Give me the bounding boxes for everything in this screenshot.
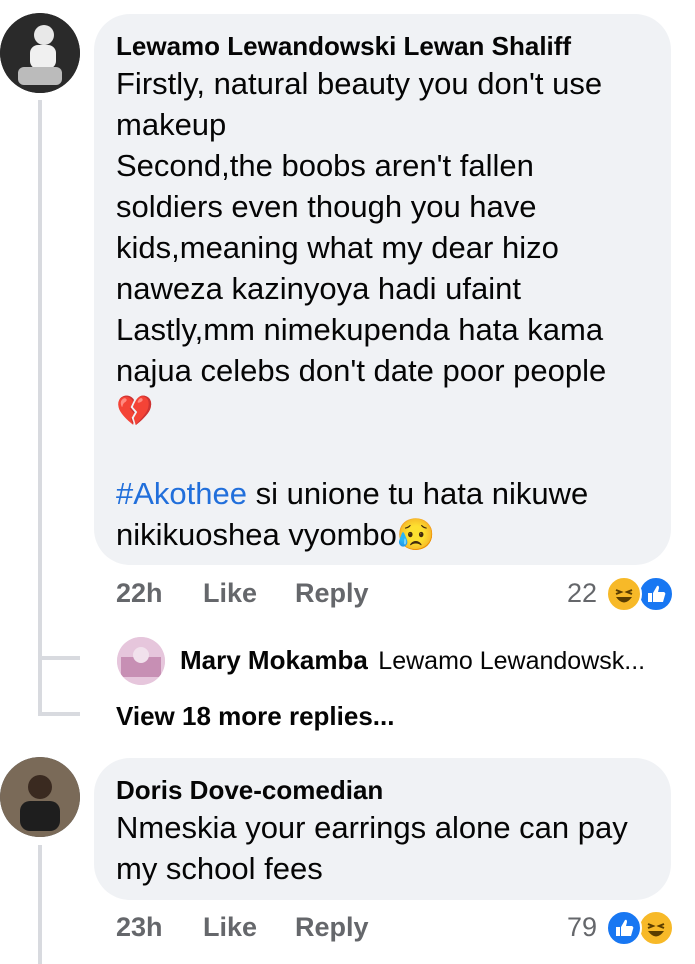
like-icon [638,576,674,612]
hashtag-link[interactable]: #Akothee [116,476,247,511]
like-button[interactable]: Like [203,912,257,943]
comment-text: Nmeskia your earrings alone can pay my s… [116,810,628,886]
comment-author[interactable]: Doris Dove-comedian [116,775,383,806]
reply-button[interactable]: Reply [295,912,369,943]
thread-line-2 [38,845,42,964]
reaction-count[interactable]: 79 [567,912,597,943]
thread-line-1 [38,100,42,715]
comment-timestamp[interactable]: 22h [116,578,163,609]
thread-branch-2 [38,712,80,716]
broken-heart-emoji: 💔 [116,395,154,428]
comment-timestamp[interactable]: 23h [116,912,163,943]
reaction-count[interactable]: 22 [567,578,597,609]
comment-bubble: Lewamo Lewandowski Lewan Shaliff Firstly… [94,14,671,565]
thread-branch-1 [38,656,80,660]
crying-emoji: 😥 [396,517,436,552]
reply-avatar[interactable] [117,637,165,685]
haha-icon [638,910,674,946]
like-button[interactable]: Like [203,578,257,609]
reply-snippet: Lewamo Lewandowsk... [378,647,646,675]
like-icon [606,910,642,946]
reply-button[interactable]: Reply [295,578,369,609]
comment-author[interactable]: Lewamo Lewandowski Lewan Shaliff [116,31,571,62]
avatar[interactable] [0,13,80,93]
comment-text: Firstly, natural beauty you don't use ma… [116,63,666,555]
haha-icon [606,576,642,612]
view-more-replies[interactable]: View 18 more replies... [116,701,394,732]
reply-preview[interactable]: Mary Mokamba Lewamo Lewandowsk... [180,645,645,676]
comment-bubble: Doris Dove-comedian Nmeskia your earring… [94,758,671,900]
avatar[interactable] [0,757,80,837]
reply-author[interactable]: Mary Mokamba [180,645,368,675]
